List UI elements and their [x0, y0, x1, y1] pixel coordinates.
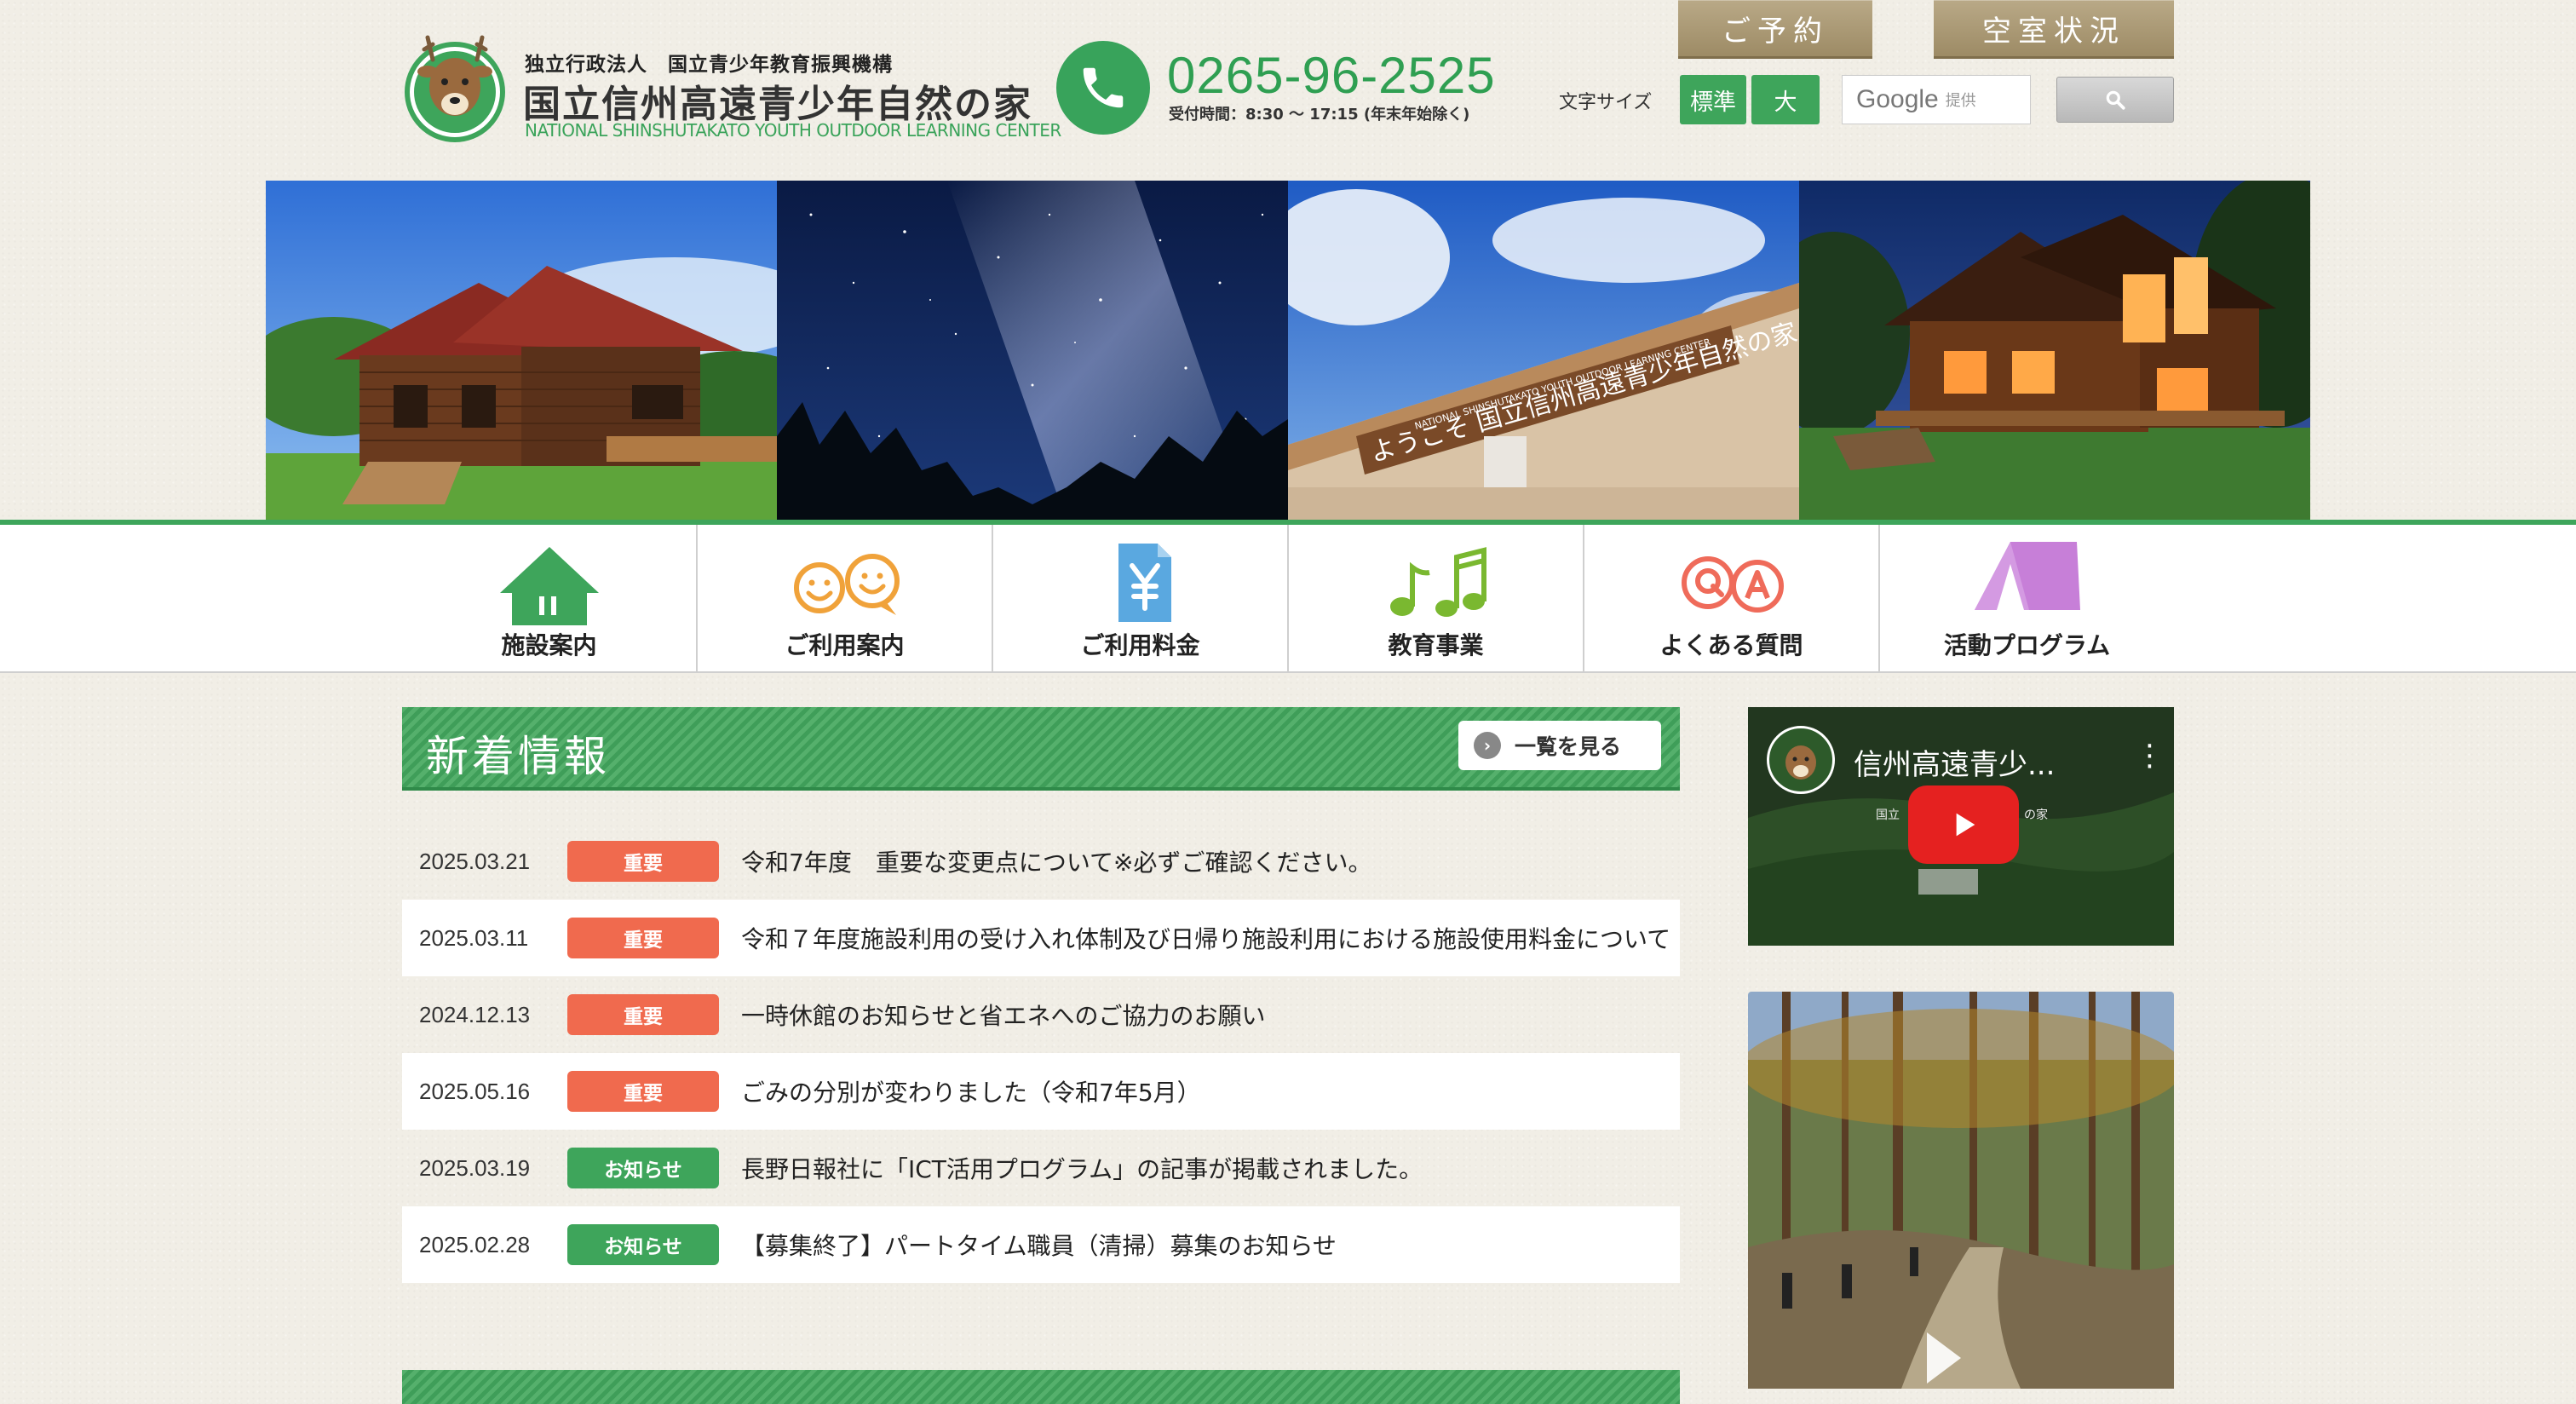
nav-item-fees[interactable]: ご利用料金: [993, 525, 1289, 671]
nav-item-facility[interactable]: 施設案内: [402, 525, 698, 671]
news-more-label: 一覧を見る: [1515, 734, 1622, 759]
nav-label-fees: ご利用料金: [1080, 631, 1200, 659]
news-link[interactable]: 【募集終了】パートタイム職員（清掃）募集のお知らせ: [741, 1228, 1337, 1262]
badge-notice: お知らせ: [567, 1148, 719, 1188]
font-size-large-button[interactable]: 大: [1751, 75, 1820, 124]
channel-avatar-icon[interactable]: [1767, 726, 1835, 794]
tent-icon: [1974, 542, 2080, 610]
search-brand-sub: 提供: [1945, 92, 1976, 109]
house-icon: [499, 547, 599, 625]
youtube-video-embed[interactable]: 信州高遠青少... · · · 国立 の家: [1748, 707, 2174, 946]
hero-photo-entrance-sign: ようこそ 国立信州高遠青少年自然の家 NATIONAL SHINSHUTAKAT…: [1288, 181, 1799, 521]
hero-banner: ようこそ 国立信州高遠青少年自然の家 NATIONAL SHINSHUTAKAT…: [266, 181, 2310, 521]
news-date: 2025.03.11: [419, 924, 529, 951]
news-link[interactable]: 長野日報社に「ICT活用プログラム」の記事が掲載されました。: [741, 1151, 1423, 1185]
reserve-button[interactable]: ご予約: [1678, 0, 1872, 59]
music-notes-icon: [1389, 547, 1486, 617]
font-size-label: 文字サイズ: [1559, 92, 1653, 113]
phone-number[interactable]: 0265-96-2525: [1167, 46, 1496, 105]
section-header-next: [402, 1370, 1680, 1404]
news-item[interactable]: 2025.03.19 お知らせ 長野日報社に「ICT活用プログラム」の記事が掲載…: [402, 1130, 1680, 1206]
nav-label-education: 教育事業: [1388, 631, 1484, 659]
news-more-button[interactable]: › 一覧を見る: [1458, 721, 1661, 770]
nav-item-education[interactable]: 教育事業: [1289, 525, 1584, 671]
video-title[interactable]: 信州高遠青少...: [1854, 741, 2055, 783]
news-list: 2025.03.21 重要 令和7年度 重要な変更点について※必ずご確認ください…: [402, 823, 1680, 1283]
news-link[interactable]: ごみの分別が変わりました（令和7年5月）: [741, 1074, 1201, 1108]
news-date: 2025.03.19: [419, 1154, 531, 1181]
chevron-right-icon: ›: [1474, 732, 1501, 759]
main-nav: 施設案内 ご利用案内 ご利用料金 教育事業 よくある質問 活動プログラム: [0, 525, 2576, 673]
search-icon: [2106, 90, 2125, 110]
news-header: 新着情報 › 一覧を見る: [402, 707, 1680, 791]
badge-important: 重要: [567, 1071, 719, 1112]
news-link[interactable]: 令和7年度 重要な変更点について※必ずご確認ください。: [741, 844, 1371, 878]
badge-important: 重要: [567, 918, 719, 958]
badge-important: 重要: [567, 841, 719, 882]
nav-item-faq[interactable]: よくある質問: [1584, 525, 1880, 671]
font-size-standard-button[interactable]: 標準: [1680, 75, 1746, 124]
badge-important: 重要: [567, 994, 719, 1035]
phone-hours: 受付時間：8:30 ～ 17:15 (年末年始除く): [1169, 106, 1470, 124]
hero-photo-cabin-day: [266, 181, 777, 521]
smiley-faces-icon: [793, 554, 900, 615]
vacancy-button[interactable]: 空室状況: [1934, 0, 2174, 59]
search-brand: Google: [1856, 85, 1939, 113]
video-subtitle-left: 国立: [1876, 808, 1900, 822]
org-parent-name: 独立行政法人 国立青少年教育振興機構: [525, 54, 893, 76]
yen-document-icon: [1118, 544, 1171, 622]
search-input[interactable]: Google 提供: [1842, 75, 2031, 124]
news-link[interactable]: 令和７年度施設利用の受け入れ体制及び日帰り施設利用における施設使用料金について: [741, 921, 1670, 955]
forest-video-thumbnail[interactable]: [1748, 992, 2174, 1389]
news-date: 2025.03.21: [419, 848, 531, 874]
news-date: 2024.12.13: [419, 1001, 531, 1027]
phone-icon: [1056, 41, 1150, 135]
more-options-icon[interactable]: · · ·: [2145, 732, 2154, 781]
news-item[interactable]: 2025.03.11 重要 令和７年度施設利用の受け入れ体制及び日帰り施設利用に…: [402, 900, 1680, 976]
nav-item-usage[interactable]: ご利用案内: [698, 525, 993, 671]
news-item[interactable]: 2025.03.21 重要 令和7年度 重要な変更点について※必ずご確認ください…: [402, 823, 1680, 900]
play-button-icon[interactable]: [1908, 785, 2019, 864]
nav-label-programs: 活動プログラム: [1943, 631, 2111, 659]
nav-label-usage: ご利用案内: [785, 631, 905, 659]
qa-icon: [1681, 556, 1784, 613]
news-title: 新着情報: [426, 732, 610, 781]
news-item[interactable]: 2025.05.16 重要 ごみの分別が変わりました（令和7年5月）: [402, 1053, 1680, 1130]
deer-logo-icon[interactable]: [404, 26, 506, 143]
badge-notice: お知らせ: [567, 1224, 719, 1265]
news-item[interactable]: 2025.02.28 お知らせ 【募集終了】パートタイム職員（清掃）募集のお知ら…: [402, 1206, 1680, 1283]
search-button[interactable]: [2056, 77, 2174, 123]
nav-label-faq: よくある質問: [1659, 631, 1803, 659]
video-subtitle-right: の家: [2024, 808, 2048, 822]
news-date: 2025.05.16: [419, 1078, 531, 1104]
news-link[interactable]: 一時休館のお知らせと省エネへのご協力のお願い: [741, 998, 1265, 1032]
hero-photo-starry-sky: [777, 181, 1288, 521]
news-date: 2025.02.28: [419, 1231, 531, 1257]
nav-item-programs[interactable]: 活動プログラム: [1880, 525, 2174, 671]
site-title-english: NATIONAL SHINSHUTAKATO YOUTH OUTDOOR LEA…: [525, 120, 1061, 141]
nav-label-facility: 施設案内: [501, 631, 597, 659]
hero-photo-cabin-dusk: [1799, 181, 2310, 521]
news-item[interactable]: 2024.12.13 重要 一時休館のお知らせと省エネへのご協力のお願い: [402, 976, 1680, 1053]
